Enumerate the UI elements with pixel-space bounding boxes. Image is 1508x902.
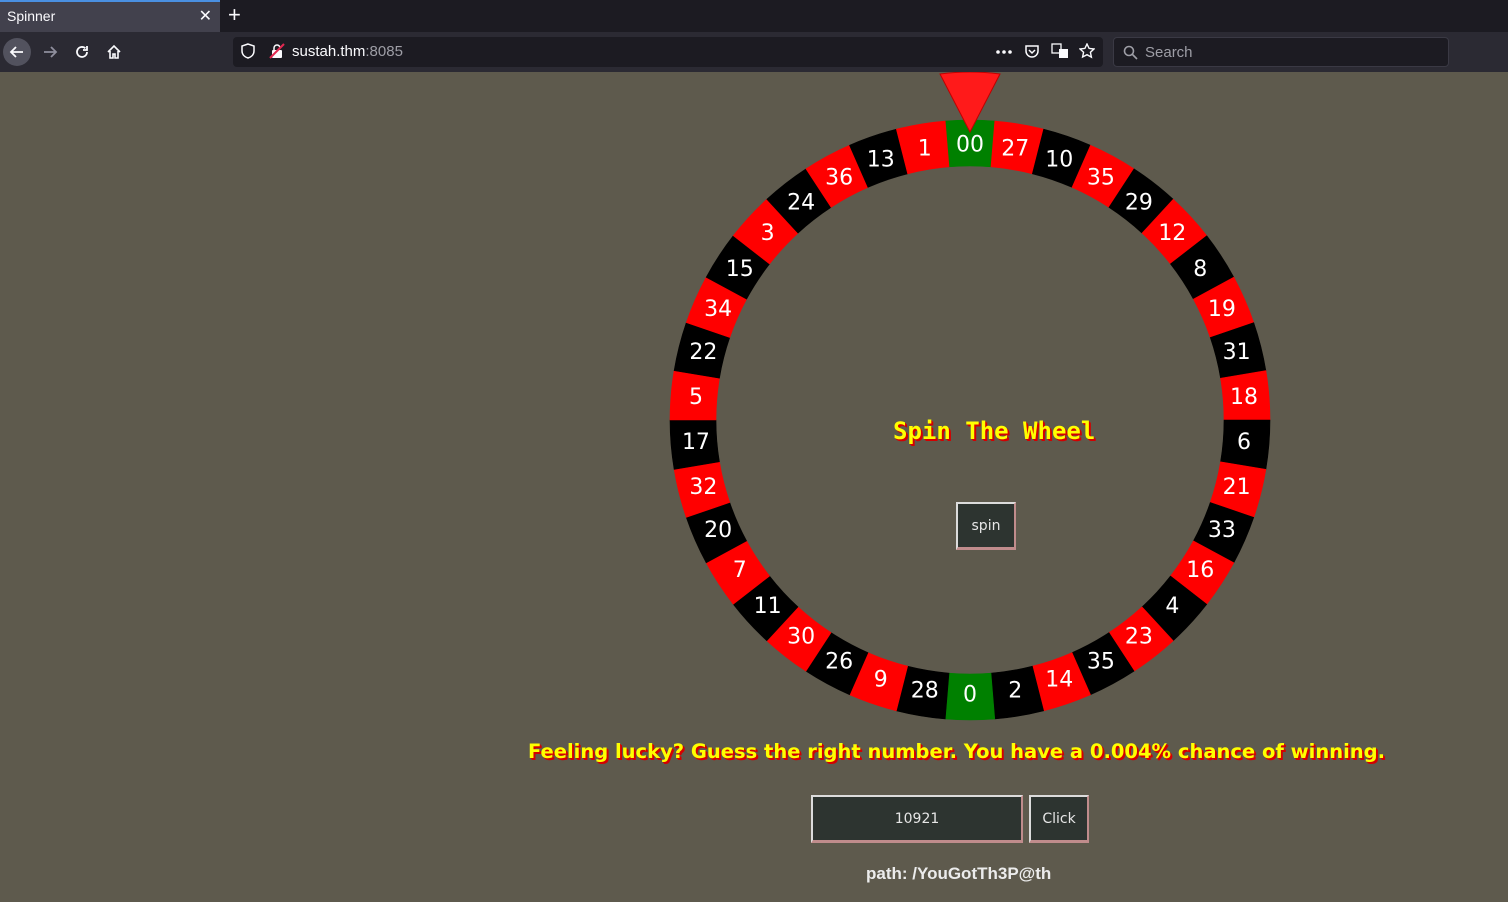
wheel-number: 16 (1186, 558, 1214, 583)
wheel-number: 20 (704, 518, 732, 543)
wheel-number: 8 (1193, 257, 1207, 282)
wheel-number: 1 (918, 136, 932, 161)
roulette-wheel: 00 27 103529128193118621331642335142028926… (669, 119, 1271, 721)
wheel-number: 35 (1087, 166, 1115, 191)
wheel-number: 2 (1008, 679, 1022, 704)
click-button[interactable]: Click (1029, 795, 1089, 843)
lucky-message: Feeling lucky? Guess the right number. Y… (528, 740, 1386, 763)
guess-input[interactable] (811, 795, 1023, 843)
wheel-number: 0 (963, 683, 977, 708)
wheel-number: 17 (682, 430, 710, 455)
path-text: path: /YouGotTh3P@th (866, 864, 1052, 883)
wheel-number: 12 (1158, 221, 1186, 246)
wheel-number: 00 (956, 133, 984, 158)
wheel-number: 32 (689, 475, 717, 500)
wheel-number: 33 (1208, 518, 1236, 543)
wheel-number: 3 (761, 221, 775, 246)
wheel-number: 19 (1208, 297, 1236, 322)
wheel-number: 14 (1045, 668, 1073, 693)
wheel-number: 18 (1230, 385, 1258, 410)
wheel-number: 27 (1001, 136, 1029, 161)
wheel-number: 24 (787, 190, 815, 215)
wheel-number: 15 (726, 257, 754, 282)
wheel-number: 10 (1045, 147, 1073, 172)
wheel-title: Spin The Wheel (893, 417, 1096, 445)
wheel-number: 13 (867, 147, 895, 172)
wheel-number: 35 (1087, 649, 1115, 674)
wheel-number: 34 (704, 297, 732, 322)
wheel-number: 29 (1125, 190, 1153, 215)
spin-button[interactable]: spin (956, 502, 1016, 550)
wheel-number: 11 (754, 594, 782, 619)
wheel-number: 5 (689, 385, 703, 410)
wheel-number: 22 (689, 340, 717, 365)
wheel-number: 36 (825, 166, 853, 191)
wheel-number: 30 (787, 625, 815, 650)
wheel-pointer-icon (939, 72, 1001, 134)
wheel-number: 7 (733, 558, 747, 583)
wheel-number: 26 (825, 649, 853, 674)
wheel-number: 23 (1125, 625, 1153, 650)
wheel-number: 9 (874, 668, 888, 693)
wheel-number: 28 (911, 679, 939, 704)
wheel-number: 6 (1237, 430, 1251, 455)
wheel-number: 21 (1223, 475, 1251, 500)
wheel-number: 31 (1223, 340, 1251, 365)
wheel-number: 4 (1165, 594, 1179, 619)
